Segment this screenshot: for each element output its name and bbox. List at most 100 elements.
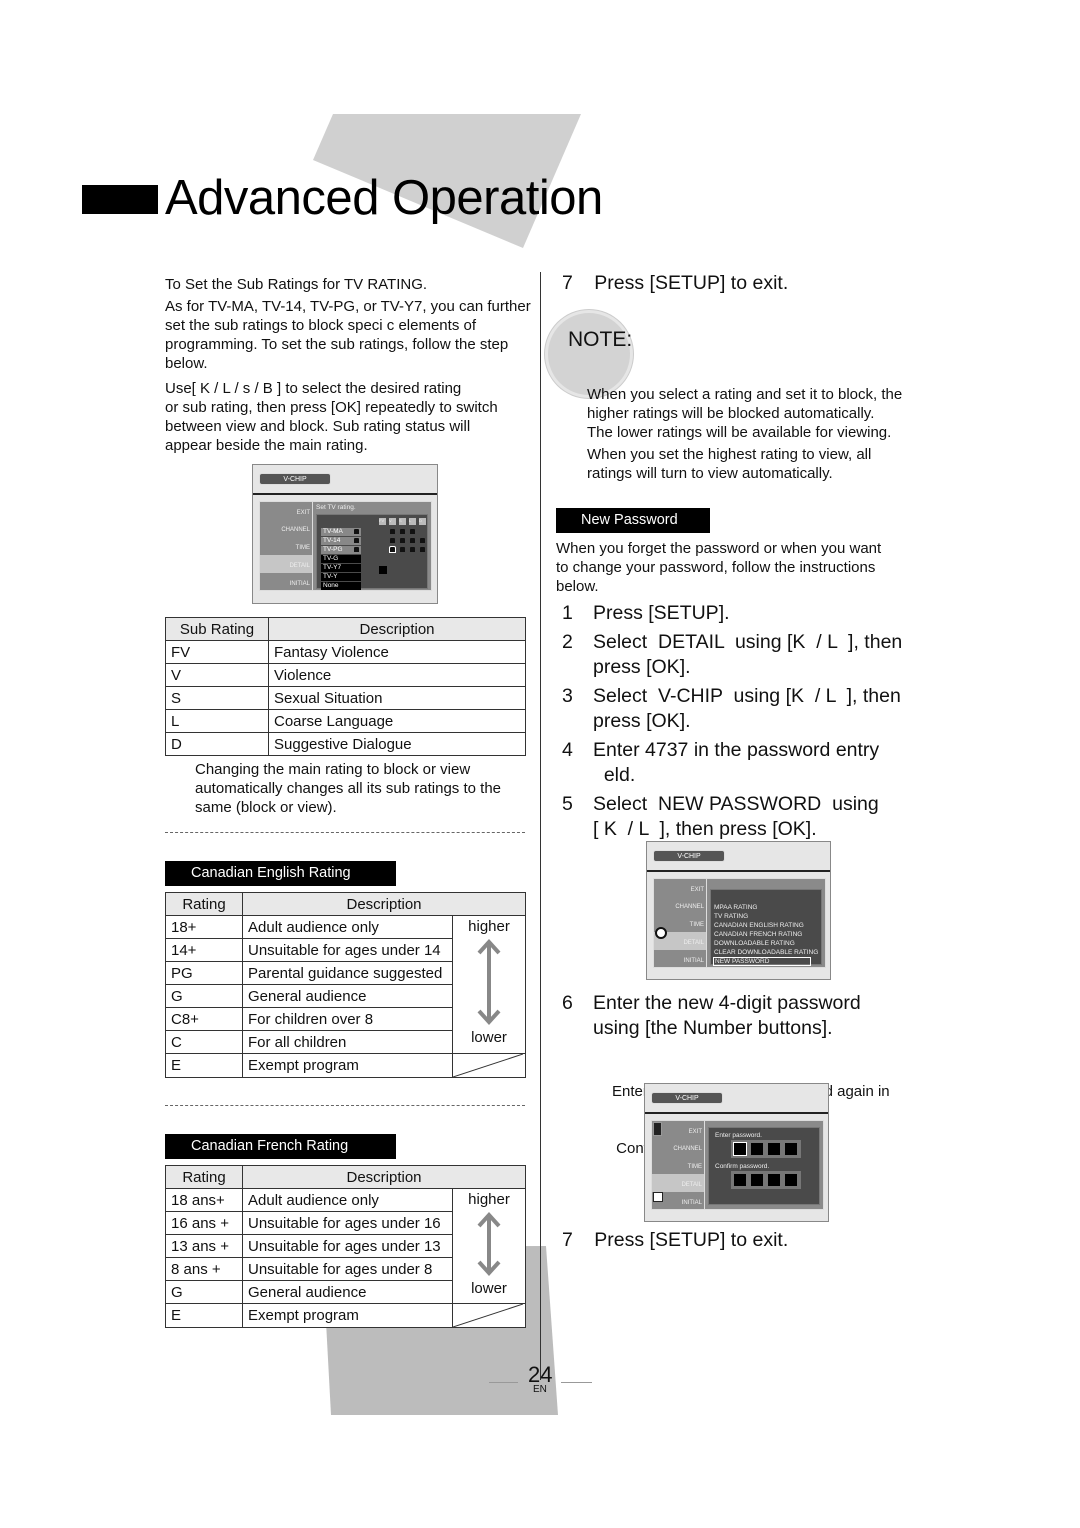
cell: C8+ — [165, 1007, 243, 1031]
vchip-menu-screen: V-CHIP EXIT CHANNEL TIME DETAIL INITIAL … — [646, 841, 831, 980]
canadian-english-table: Rating Description 18+ Adult audience onl… — [165, 892, 526, 1078]
lock-icon — [400, 538, 405, 543]
dashed-divider — [165, 832, 525, 833]
column-divider — [540, 272, 541, 1380]
step-number: 1 — [562, 602, 573, 624]
table-row: E Exempt program — [165, 1303, 526, 1328]
step-7-bottom: 7 Press [SETUP] to exit. — [562, 1228, 788, 1253]
step-number: 7 — [562, 1229, 573, 1251]
subcol-v: V — [389, 518, 396, 525]
vchip-tab: V-CHIP — [259, 473, 331, 485]
screen-header: V-CHIP — [253, 465, 437, 495]
subcol-fv: FV — [379, 518, 386, 525]
canadian-english-label: Canadian English Rating — [165, 861, 396, 886]
table-row: S Sexual Situation — [165, 686, 526, 710]
text-line: set the sub ratings to block speci c ele… — [165, 317, 476, 334]
cell: S — [165, 686, 269, 710]
title-bar-block — [82, 185, 158, 214]
page-language: EN — [533, 1384, 547, 1395]
cell: Violence — [268, 663, 526, 687]
text-line: below. — [556, 578, 599, 595]
screen-side-menu: EXIT CHANNEL TIME DETAIL INITIAL — [259, 501, 313, 591]
sub-rating-note: Changing the main rating to block or vie… — [195, 760, 501, 817]
cell: Unsuitable for ages under 14 — [242, 938, 453, 962]
table-row: FV Fantasy Violence — [165, 640, 526, 664]
text-line: same (block or view). — [195, 799, 337, 816]
option-canadian-french-rating: CANADIAN FRENCH RATING — [714, 931, 803, 938]
sub-ratings-paragraph-2: Use[ K / L / s / B ] to select the desir… — [165, 379, 498, 455]
cell: G — [165, 1280, 243, 1304]
option-mpaa-rating: MPAA RATING — [714, 904, 758, 911]
diagonal-line — [453, 1054, 523, 1077]
header-rating: Rating — [165, 892, 243, 916]
cell: 8 ans + — [165, 1257, 243, 1281]
text-line: to change your password, follow the inst… — [556, 559, 876, 576]
cell: Unsuitable for ages under 8 — [242, 1257, 453, 1281]
lock-icon — [390, 529, 395, 534]
rating-none: None — [321, 582, 361, 590]
cell: Exempt program — [242, 1053, 453, 1078]
step-number: 5 — [562, 793, 573, 815]
cell: Unsuitable for ages under 13 — [242, 1234, 453, 1258]
lock-icon — [400, 529, 405, 534]
text-line: As for TV-MA, TV-14, TV-PG, or TV-Y7, yo… — [165, 298, 531, 315]
screen-panel: MPAA RATING TV RATING CANADIAN ENGLISH R… — [706, 878, 826, 968]
text-line: appear beside the main rating. — [165, 437, 368, 454]
cell: Adult audience only — [242, 915, 453, 939]
cell: E — [165, 1053, 243, 1078]
sub-rating-table: Sub Rating Description FV Fantasy Violenc… — [165, 617, 526, 756]
step-text: Enter 4737 in the password entry — [593, 739, 880, 761]
menu-detail: DETAIL — [652, 1174, 704, 1192]
digit-box — [751, 1143, 763, 1155]
menu-initial: INITIAL — [289, 581, 310, 587]
cell: For children over 8 — [242, 1007, 453, 1031]
cell: E — [165, 1303, 243, 1328]
cell: V — [165, 663, 269, 687]
rating-tv-g: TV-G — [321, 555, 361, 563]
vchip-tab: V-CHIP — [651, 1092, 723, 1104]
subcol-l: L — [409, 518, 416, 525]
menu-initial: INITIAL — [683, 958, 704, 964]
text-line: When you forget the password or when you… — [556, 540, 882, 557]
text-line: between view and block. Sub rating statu… — [165, 418, 471, 435]
text-line: When you select a rating and set it to b… — [587, 386, 903, 403]
cell: Sexual Situation — [268, 686, 526, 710]
table-row: E Exempt program — [165, 1053, 526, 1078]
exit-door-icon — [653, 1122, 662, 1136]
table-row: 18 ans+ Adult audience only higher lower — [165, 1188, 526, 1304]
lock-icon — [410, 547, 415, 552]
password-area: Enter password. Confirm password. — [708, 1127, 820, 1205]
step-3: 3 Select V-CHIP using [K / L ], then pres… — [562, 684, 922, 734]
table-header-row: Rating Description — [165, 892, 526, 916]
cell: G — [165, 984, 243, 1008]
cell: Suggestive Dialogue — [268, 732, 526, 756]
step-number: 4 — [562, 739, 573, 761]
note-paragraph-1: When you select a rating and set it to b… — [587, 385, 902, 442]
table-row: L Coarse Language — [165, 709, 526, 733]
text-line: automatically changes all its sub rating… — [195, 780, 501, 797]
table-row: V Violence — [165, 663, 526, 687]
table-header-row: Rating Description — [165, 1165, 526, 1189]
lock-icon — [420, 547, 425, 552]
step-number: 7 — [562, 272, 573, 294]
header-sub-rating: Sub Rating — [165, 617, 269, 641]
cell: Unsuitable for ages under 16 — [242, 1211, 453, 1235]
lock-icon — [354, 538, 359, 543]
header-description: Description — [242, 892, 526, 916]
sub-ratings-heading: To Set the Sub Ratings for TV RATING. — [165, 276, 428, 293]
menu-time: TIME — [687, 1164, 702, 1170]
table-row: 18+ Adult audience only higher lower — [165, 915, 526, 1054]
lock-icon — [354, 547, 359, 552]
step-text: Press [SETUP]. — [593, 602, 730, 624]
menu-exit: EXIT — [296, 510, 310, 516]
screen-header: V-CHIP — [645, 1084, 828, 1114]
cell: General audience — [242, 984, 453, 1008]
digit-box — [734, 1174, 746, 1186]
step-number: 2 — [562, 631, 573, 653]
cell: Adult audience only — [242, 1188, 453, 1212]
higher-lower-indicator: higher lower — [452, 915, 526, 1054]
step-1: 1 Press [SETUP]. — [562, 601, 922, 626]
cell: Coarse Language — [268, 709, 526, 733]
canadian-french-label: Canadian French Rating — [165, 1134, 396, 1159]
higher-label: higher — [468, 918, 510, 935]
